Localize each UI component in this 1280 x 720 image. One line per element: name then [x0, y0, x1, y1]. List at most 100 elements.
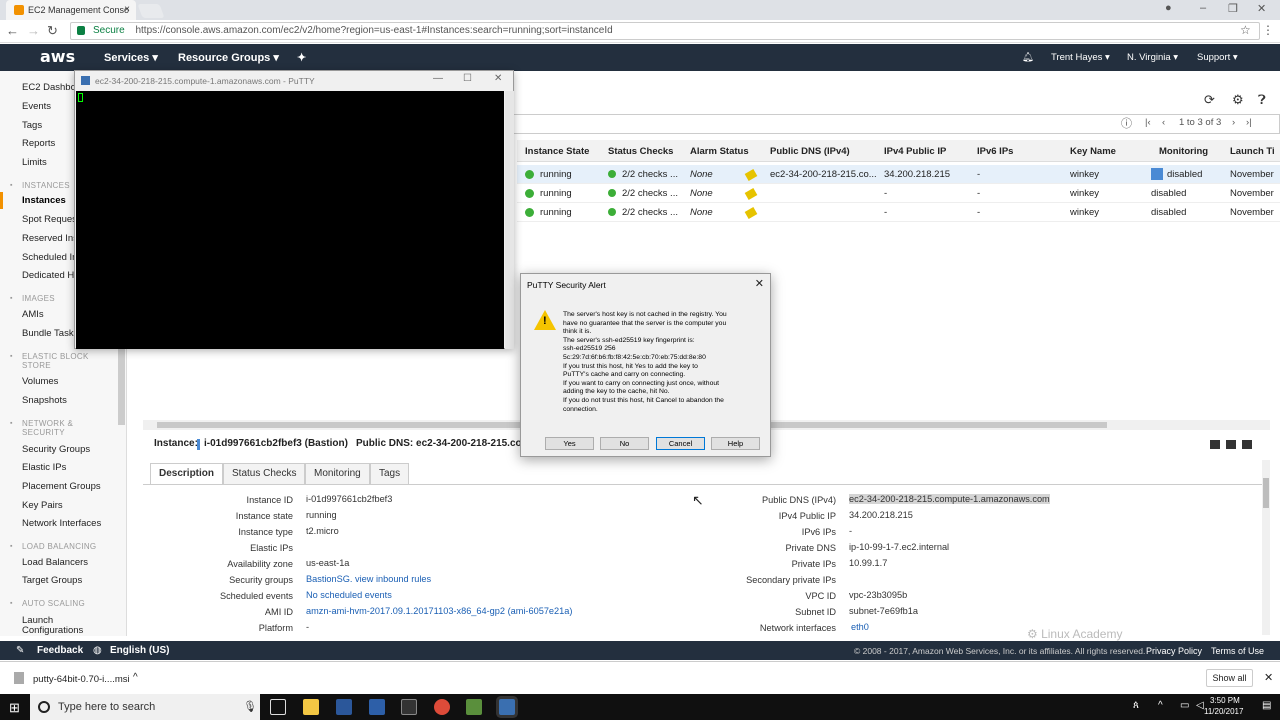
chevron-up-icon[interactable]: ^ [133, 672, 138, 683]
tab-tags[interactable]: Tags [370, 463, 410, 485]
collapse-icon[interactable]: ▪ [10, 600, 12, 607]
security-groups-link[interactable]: BastionSG. view inbound rules [306, 574, 431, 584]
pane-layout-top-icon[interactable] [1242, 440, 1252, 449]
volume-icon[interactable]: ◁ [1196, 700, 1204, 711]
pane-layout-bottom-icon[interactable] [1210, 440, 1220, 449]
new-tab-button[interactable] [137, 4, 165, 18]
people-icon[interactable]: ጰ [1133, 700, 1139, 711]
sidebar-item-placement-groups[interactable]: Placement Groups [22, 481, 101, 492]
tab-description[interactable]: Description [150, 463, 224, 485]
minimize-icon[interactable]: – [1200, 2, 1206, 14]
sidebar-item-volumes[interactable]: Volumes [22, 376, 58, 387]
language-selector[interactable]: English (US) [110, 645, 169, 656]
close-icon[interactable]: ✕ [494, 73, 502, 84]
sidebar-item-security-groups[interactable]: Security Groups [22, 444, 90, 455]
clock-time[interactable]: 3:50 PM [1210, 696, 1240, 705]
close-tab-icon[interactable]: × [124, 0, 130, 20]
collapse-icon[interactable]: ▪ [10, 543, 12, 550]
terms-of-use-link[interactable]: Terms of Use [1211, 646, 1264, 656]
aws-logo[interactable]: aws [40, 47, 75, 66]
sidebar-item-network-interfaces[interactable]: Network Interfaces [22, 518, 101, 529]
first-page-icon[interactable]: |‹ [1145, 117, 1151, 128]
help-button[interactable]: Help [711, 437, 760, 450]
file-explorer-icon[interactable] [303, 699, 319, 715]
col-monitoring[interactable]: Monitoring [1159, 146, 1208, 157]
yes-button[interactable]: Yes [545, 437, 594, 450]
putty-gen-icon[interactable] [466, 699, 482, 715]
action-center-icon[interactable]: ▤ [1262, 700, 1271, 711]
profile-icon[interactable]: ● [1165, 2, 1172, 14]
minimize-icon[interactable]: — [433, 73, 443, 84]
col-launch-time[interactable]: Launch Ti [1230, 146, 1275, 157]
network-interface-link[interactable]: eth0 [851, 622, 869, 632]
sidebar-item-elastic-ips[interactable]: Elastic IPs [22, 462, 66, 473]
browser-tab[interactable]: EC2 Management Conso × [6, 0, 136, 20]
tab-status-checks[interactable]: Status Checks [223, 463, 306, 485]
resource-groups-menu[interactable]: Resource Groups ▾ [178, 51, 279, 64]
alarm-bell-icon[interactable] [744, 188, 758, 200]
next-page-icon[interactable]: › [1232, 117, 1235, 128]
close-downloads-icon[interactable]: ✕ [1264, 671, 1273, 684]
table-row[interactable]: running 2/2 checks ... None - - winkey d… [517, 203, 1280, 222]
pane-layout-split-icon[interactable] [1226, 440, 1236, 449]
terminal-scrollbar[interactable] [505, 91, 514, 349]
user-menu[interactable]: Trent Hayes ▾ [1051, 52, 1110, 63]
sidebar-item-tags[interactable]: Tags [22, 120, 42, 131]
reload-icon[interactable]: ↻ [47, 23, 58, 39]
back-icon[interactable]: ← [6, 23, 19, 38]
network-icon[interactable]: ▭ [1180, 700, 1189, 711]
maximize-icon[interactable]: ❐ [1228, 2, 1238, 15]
col-instance-state[interactable]: Instance State [525, 146, 589, 157]
col-alarm-status[interactable]: Alarm Status [690, 146, 749, 157]
maximize-icon[interactable]: ☐ [463, 73, 472, 84]
prev-page-icon[interactable]: ‹ [1162, 117, 1165, 128]
last-page-icon[interactable]: ›| [1246, 117, 1252, 128]
sidebar-item-limits[interactable]: Limits [22, 157, 47, 168]
menu-icon[interactable]: ⋮ [1262, 23, 1274, 37]
app-icon[interactable] [336, 699, 352, 715]
bookmark-star-icon[interactable]: ☆ [1240, 23, 1251, 37]
sidebar-item-bundle-tasks[interactable]: Bundle Tasks [22, 328, 78, 339]
tray-arrow-icon[interactable]: ^ [1158, 700, 1163, 711]
alarm-bell-icon[interactable] [744, 169, 758, 181]
region-menu[interactable]: N. Virginia ▾ [1127, 52, 1178, 63]
clock-date[interactable]: 11/20/2017 [1204, 707, 1243, 716]
terminal-icon[interactable] [401, 699, 417, 715]
sidebar-item-key-pairs[interactable]: Key Pairs [22, 500, 63, 511]
download-item[interactable]: putty-64bit-0.70-i....msi [33, 674, 130, 685]
tab-monitoring[interactable]: Monitoring [305, 463, 370, 485]
collapse-icon[interactable]: ▪ [10, 182, 12, 189]
cancel-button[interactable]: Cancel [656, 437, 705, 450]
sidebar-scrollbar[interactable] [118, 340, 125, 425]
scheduled-events-link[interactable]: No scheduled events [306, 590, 392, 600]
sidebar-item-events[interactable]: Events [22, 101, 51, 112]
detail-vertical-scrollbar[interactable] [1262, 460, 1270, 635]
url-input[interactable]: Secure https://console.aws.amazon.com/ec… [70, 22, 1260, 40]
public-dns-value[interactable]: ec2-34-200-218-215.compute-1.amazonaws.c… [849, 494, 1050, 504]
collapse-icon[interactable]: ▪ [10, 420, 12, 427]
col-key-name[interactable]: Key Name [1070, 146, 1116, 157]
services-menu[interactable]: Services ▾ [104, 51, 158, 64]
sidebar-item-instances[interactable]: Instances [22, 195, 66, 206]
feedback-link[interactable]: Feedback [37, 645, 83, 656]
notification-bell-icon[interactable]: 🔔︎ [1022, 52, 1034, 63]
alarm-bell-icon[interactable] [744, 207, 758, 219]
filter-help-icon[interactable]: ⓘ [1121, 115, 1132, 131]
no-button[interactable]: No [600, 437, 649, 450]
table-row[interactable]: running 2/2 checks ... None - - winkey d… [517, 184, 1280, 203]
col-ipv6-ips[interactable]: IPv6 IPs [977, 146, 1013, 157]
privacy-policy-link[interactable]: Privacy Policy [1146, 646, 1202, 656]
windows-start-icon[interactable]: ⊞ [9, 700, 20, 716]
task-view-icon[interactable] [270, 699, 286, 715]
table-row[interactable]: running 2/2 checks ... None ec2-34-200-2… [517, 165, 1280, 184]
forward-icon[interactable]: → [27, 23, 40, 38]
sidebar-item-reports[interactable]: Reports [22, 138, 55, 149]
collapse-icon[interactable]: ▪ [10, 295, 12, 302]
col-status-checks[interactable]: Status Checks [608, 146, 673, 157]
scroll-thumb[interactable] [1263, 478, 1269, 508]
support-menu[interactable]: Support ▾ [1197, 52, 1238, 63]
microphone-icon[interactable]: 🎙︎ [243, 694, 257, 720]
settings-gear-icon[interactable]: ⚙ [1232, 92, 1244, 108]
taskbar-search-input[interactable]: Type here to search 🎙︎ [30, 694, 260, 720]
sidebar-item-snapshots[interactable]: Snapshots [22, 395, 67, 406]
